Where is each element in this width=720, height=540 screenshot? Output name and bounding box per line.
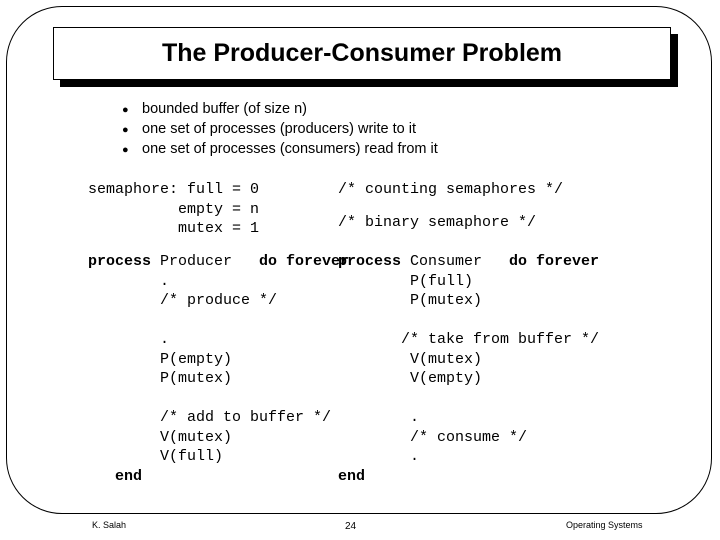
- producer-code-block: process Producer do forever . /* produce…: [88, 252, 349, 486]
- bullet-point-icon: ●: [122, 124, 129, 136]
- footer-course-name: Operating Systems: [566, 520, 643, 530]
- bullet-point-icon: ●: [122, 144, 129, 156]
- producer-end-keyword: end: [115, 467, 143, 485]
- consumer-process-keyword: process: [338, 253, 402, 270]
- semaphore-declaration-block: semaphore: full = 0 empty = n mutex = 1: [88, 181, 260, 237]
- consumer-do-forever-keyword: do forever: [482, 253, 600, 270]
- producer-do-forever-keyword: do forever: [232, 253, 350, 270]
- title-box: The Producer-Consumer Problem: [53, 27, 671, 80]
- consumer-body: P(full) P(mutex) /* take from buffer */ …: [401, 272, 600, 466]
- producer-body: . /* produce */ . P(empty) P(mutex) /* a…: [160, 272, 332, 466]
- list-item-label: bounded buffer (of size n): [142, 101, 307, 117]
- consumer-process-name: Consumer: [401, 253, 483, 270]
- consumer-end-keyword: end: [338, 467, 366, 485]
- producer-process-name: Producer: [151, 253, 233, 270]
- list-item: ● one set of processes (consumers) read …: [122, 140, 602, 160]
- consumer-code-block: process Consumer do forever P(full) P(mu…: [338, 252, 599, 486]
- semaphore-counting-comment: /* counting semaphores */: [338, 181, 564, 198]
- semaphore-binary-comment: /* binary semaphore */: [338, 214, 537, 231]
- slide-canvas: The Producer-Consumer Problem ● bounded …: [0, 0, 720, 540]
- bullet-point-icon: ●: [122, 104, 129, 116]
- list-item-label: one set of processes (producers) write t…: [142, 121, 417, 137]
- footer-page-number: 24: [345, 521, 357, 532]
- list-item: ● bounded buffer (of size n): [122, 100, 602, 120]
- footer-author: K. Salah: [92, 520, 127, 530]
- bullet-list: ● bounded buffer (of size n) ● one set o…: [122, 100, 602, 160]
- list-item-label: one set of processes (consumers) read fr…: [142, 141, 438, 157]
- page-title: The Producer-Consumer Problem: [161, 39, 563, 67]
- producer-process-keyword: process: [88, 253, 152, 270]
- list-item: ● one set of processes (producers) write…: [122, 120, 602, 140]
